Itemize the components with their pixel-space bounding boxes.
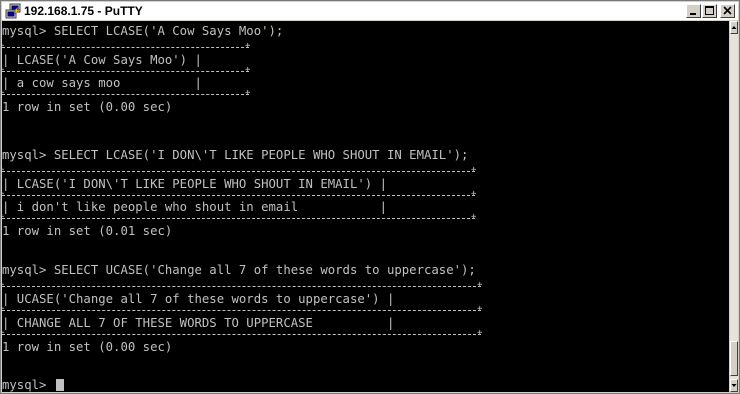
table-border: ++ — [2, 165, 476, 175]
terminal-line: | a cow says moo | — [2, 76, 202, 90]
table-border: ++ — [2, 280, 482, 290]
terminal-line: 1 row in set (0.01 sec) — [2, 224, 173, 238]
terminal-line: | CHANGE ALL 7 OF THESE WORDS TO UPPERCA… — [2, 316, 395, 330]
terminal-line: mysql> SELECT LCASE('A Cow Says Moo'); — [2, 24, 284, 38]
maximize-button[interactable] — [702, 4, 717, 18]
maximize-icon — [705, 6, 714, 15]
table-border: ++ — [2, 41, 250, 51]
terminal-line: mysql> SELECT UCASE('Change all 7 of the… — [2, 263, 476, 277]
terminal-line: mysql> SELECT LCASE('I DON\'T LIKE PEOPL… — [2, 148, 469, 162]
title-bar[interactable]: 192.168.1.75 - PuTTY — [2, 2, 738, 20]
minimize-button[interactable] — [686, 4, 701, 18]
table-border: ++ — [2, 304, 482, 314]
putty-window: 192.168.1.75 - PuTTY mysql> SELECT LCASE… — [0, 0, 740, 394]
putty-icon[interactable] — [5, 3, 21, 19]
terminal-line: | LCASE('A Cow Says Moo') | — [2, 53, 202, 67]
scroll-thumb[interactable] — [730, 341, 738, 376]
terminal-output[interactable]: mysql> SELECT LCASE('A Cow Says Moo'); +… — [2, 21, 729, 392]
scroll-down-button[interactable] — [730, 379, 738, 392]
window-controls — [685, 4, 735, 18]
terminal-line: 1 row in set (0.00 sec) — [2, 100, 173, 114]
terminal-line: | LCASE('I DON\'T LIKE PEOPLE WHO SHOUT … — [2, 177, 387, 191]
table-border: ++ — [2, 212, 476, 222]
close-button[interactable] — [720, 4, 735, 18]
terminal-line: | i don't like people who shout in email… — [2, 200, 387, 214]
scroll-up-button[interactable] — [730, 21, 738, 34]
scroll-up-icon — [731, 26, 737, 29]
scroll-down-icon — [731, 384, 737, 387]
window-title: 192.168.1.75 - PuTTY — [24, 4, 143, 18]
terminal-line: 1 row in set (0.00 sec) — [2, 340, 173, 354]
text-cursor — [55, 379, 64, 391]
prompt-text: mysql> — [2, 378, 54, 392]
prompt-line[interactable]: mysql> — [2, 376, 64, 392]
minimize-icon — [690, 13, 696, 15]
close-icon — [723, 6, 732, 15]
table-border: ++ — [2, 328, 482, 338]
terminal-line: | UCASE('Change all 7 of these words to … — [2, 292, 395, 306]
table-border: ++ — [2, 88, 250, 98]
vertical-scrollbar[interactable] — [730, 21, 738, 392]
